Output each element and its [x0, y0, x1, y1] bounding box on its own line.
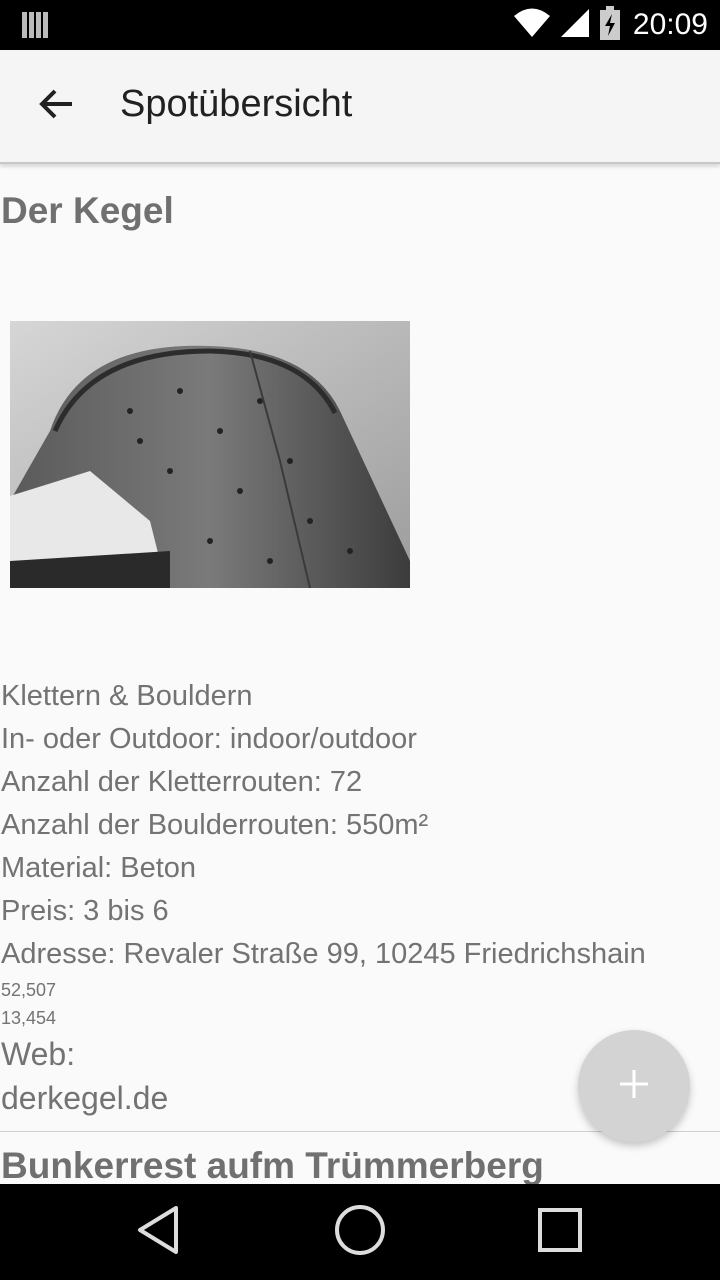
- detail-indoor-outdoor: In- oder Outdoor: indoor/outdoor: [1, 723, 417, 755]
- navigation-bar: [0, 1184, 720, 1280]
- detail-price: Preis: 3 bis 6: [1, 895, 169, 927]
- app-bar: Spotübersicht: [0, 50, 720, 164]
- nav-recents-button[interactable]: [530, 1202, 590, 1262]
- signal-icon: [559, 7, 591, 43]
- add-spot-button[interactable]: [578, 1030, 690, 1142]
- spot-title-next[interactable]: Bunkerrest aufm Trümmerberg: [1, 1145, 544, 1184]
- back-triangle-icon: [134, 1204, 182, 1260]
- detail-longitude: 13,454: [1, 1008, 57, 1028]
- detail-material: Material: Beton: [1, 852, 197, 884]
- spot-title: Der Kegel: [1, 190, 174, 231]
- detail-address: Adresse: Revaler Straße 99, 10245 Friedr…: [1, 938, 646, 970]
- home-circle-icon: [334, 1204, 386, 1260]
- detail-boulder-routes: Anzahl der Boulderrouten: 550m²: [1, 809, 429, 841]
- page-title: Spotübersicht: [120, 83, 353, 125]
- detail-climbing-routes: Anzahl der Kletterrouten: 72: [1, 766, 363, 798]
- wifi-icon: [513, 7, 551, 43]
- detail-category: Klettern & Bouldern: [1, 680, 253, 712]
- nav-back-button[interactable]: [128, 1202, 188, 1262]
- notification-bars-icon: [22, 10, 48, 44]
- spot-list[interactable]: Der Kegel Klettern & Bouldern In- oder O…: [0, 170, 720, 1184]
- back-button[interactable]: [22, 72, 90, 140]
- arrow-back-icon: [38, 88, 74, 124]
- climbing-tower-photo: [10, 321, 410, 588]
- battery-charging-icon: [599, 6, 621, 44]
- status-bar: 20:09: [0, 0, 720, 50]
- nav-home-button[interactable]: [330, 1202, 390, 1262]
- plus-icon: [618, 1068, 650, 1104]
- detail-latitude: 52,507: [1, 980, 57, 1000]
- status-time: 20:09: [632, 8, 708, 41]
- recents-square-icon: [537, 1207, 583, 1257]
